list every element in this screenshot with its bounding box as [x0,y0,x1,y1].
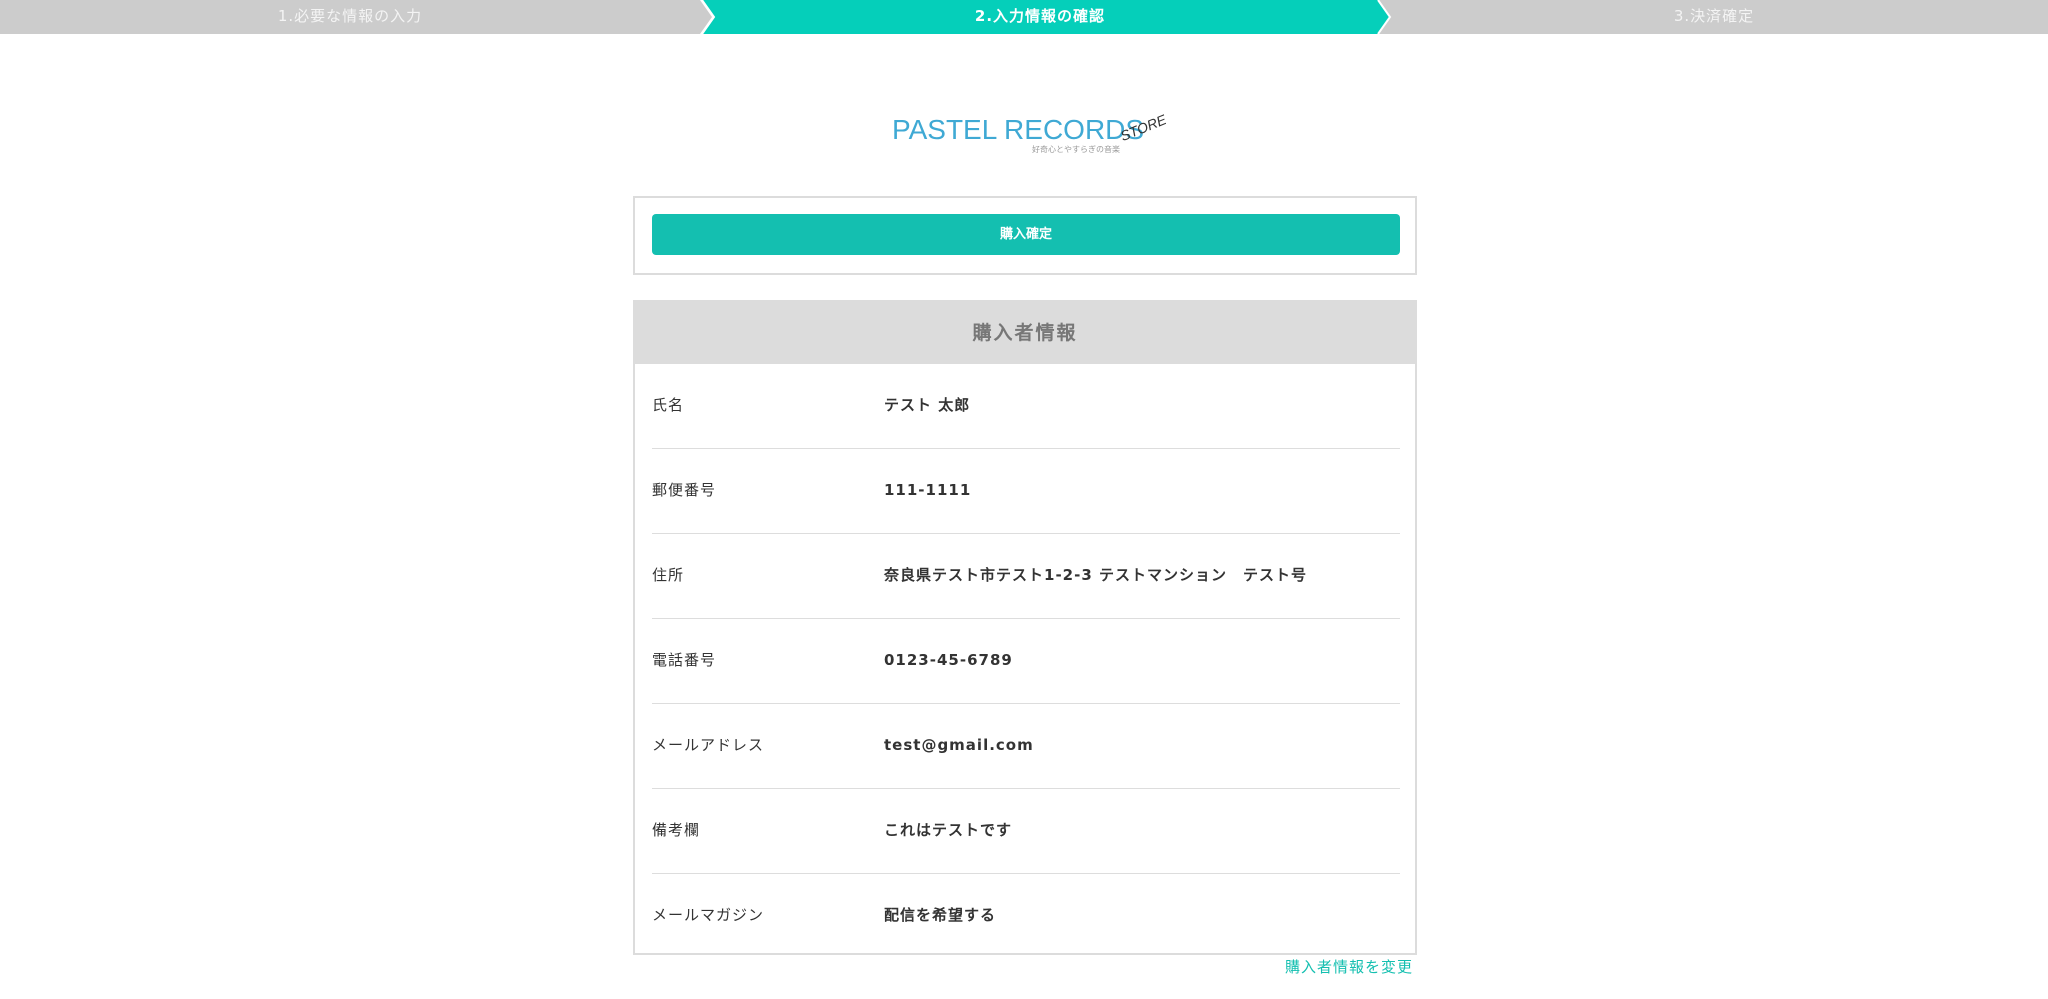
step-2-label: 2.入力情報の確認 [974,7,1106,25]
row-label: 住所 [652,566,685,584]
info-row-mail-magazine: メールマガジン 配信を希望する [652,874,1400,958]
step-3-label: 3.決済確定 [1673,7,1755,25]
step-1-label: 1.必要な情報の入力 [277,7,423,25]
info-row-address: 住所 奈良県テスト市テスト1-2-3 テストマンション テスト号 [652,534,1400,619]
row-value: 配信を希望する [884,906,997,924]
info-row-postal-code: 郵便番号 111-1111 [652,449,1400,534]
row-label: メールアドレス [652,736,765,754]
purchaser-info-panel: 購入者情報 氏名 テスト 太郎 郵便番号 111-1111 住所 奈良県テスト市… [633,300,1417,955]
row-value: これはテストです [884,821,1013,839]
logo-tagline: 好奇心とやすらぎの音楽 [1032,145,1120,154]
row-label: 氏名 [652,396,685,414]
progress-steps: 1.必要な情報の入力 2.入力情報の確認 3.決済確定 [0,0,2048,34]
row-value: 111-1111 [884,481,972,499]
row-label: 電話番号 [652,651,717,669]
confirm-box: 購入確定 [633,196,1417,275]
row-value: test@gmail.com [884,736,1034,754]
row-value: 0123-45-6789 [884,651,1013,669]
edit-purchaser-info-link[interactable]: 購入者情報を変更 [1285,956,1413,977]
store-logo[interactable]: PASTEL RECORDS 好奇心とやすらぎの音楽 STORE [880,110,1170,170]
info-row-remarks: 備考欄 これはテストです [652,789,1400,874]
info-row-phone: 電話番号 0123-45-6789 [652,619,1400,704]
info-row-name: 氏名 テスト 太郎 [652,364,1400,449]
row-label: メールマガジン [652,906,765,924]
purchaser-info-title: 購入者情報 [635,302,1415,364]
logo-wordmark: PASTEL RECORDS [892,114,1145,145]
purchase-confirm-button[interactable]: 購入確定 [652,214,1400,255]
purchaser-info-list: 氏名 テスト 太郎 郵便番号 111-1111 住所 奈良県テスト市テスト1-2… [652,364,1400,958]
info-row-email: メールアドレス test@gmail.com [652,704,1400,789]
row-label: 備考欄 [652,821,701,839]
row-value: 奈良県テスト市テスト1-2-3 テストマンション テスト号 [884,566,1307,584]
row-value: テスト 太郎 [884,396,971,414]
row-label: 郵便番号 [652,481,717,499]
